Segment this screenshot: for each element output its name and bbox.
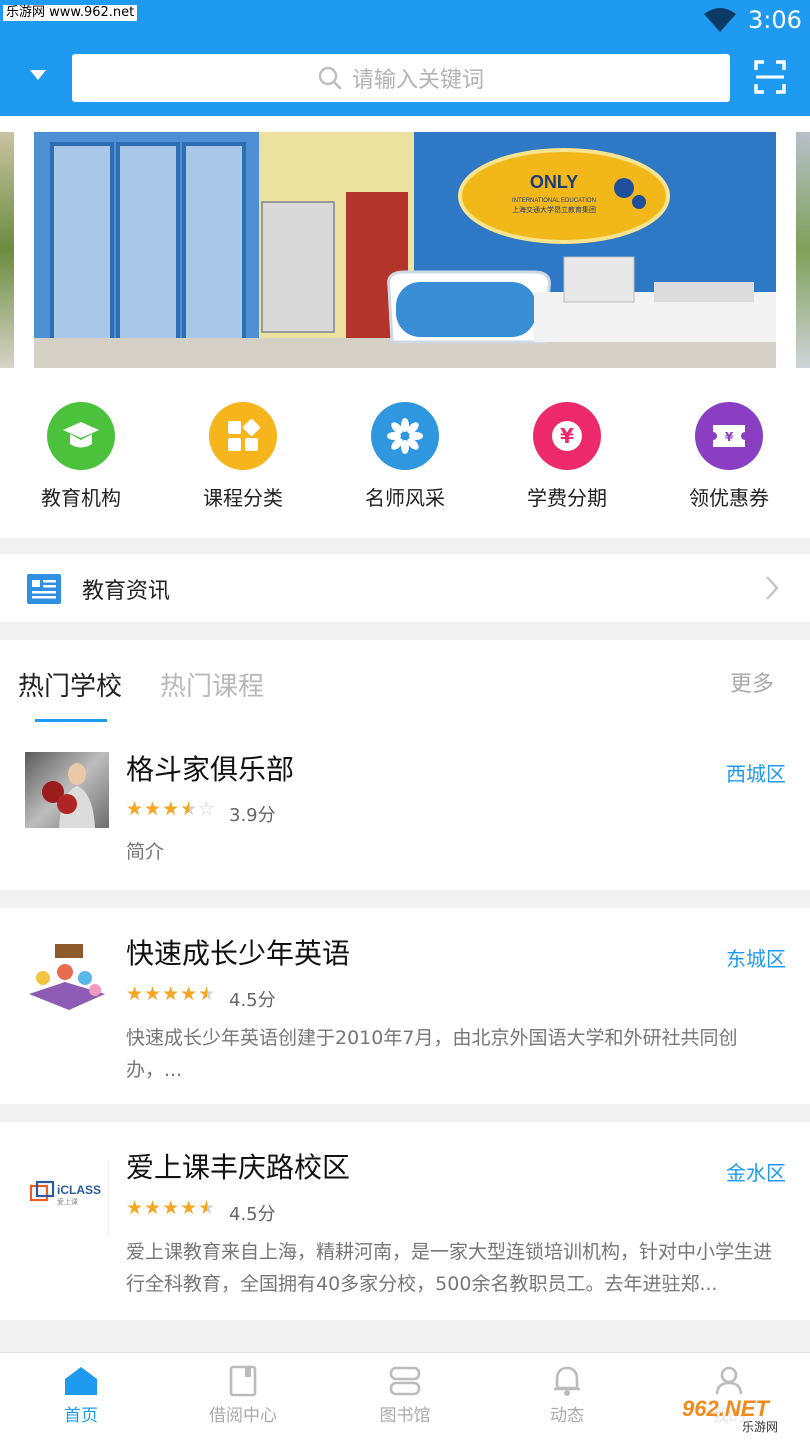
- more-link[interactable]: 更多: [730, 666, 774, 698]
- school-district: 金水区: [726, 1161, 786, 1185]
- site-watermark-logo: 962.NET 乐游网: [676, 1394, 806, 1434]
- status-time: 3:06: [748, 6, 802, 34]
- school-card[interactable]: 格斗家俱乐部 西城区 ★★★★☆ 3.9分 简介: [0, 722, 810, 890]
- banner-image[interactable]: ONLY INTERNATIONAL EDUCATION 上海交通大学昂立教育集…: [34, 132, 776, 368]
- rating-stars: ★★★★★: [126, 1197, 217, 1219]
- tab-hot-courses[interactable]: 热门课程: [160, 666, 264, 703]
- graduation-cap-icon: [47, 402, 115, 470]
- nav-borrow-center[interactable]: 借阅中心: [183, 1365, 303, 1426]
- bell-icon: [554, 1366, 580, 1396]
- nav-label: 动态: [550, 1406, 584, 1426]
- flower-icon: [371, 402, 439, 470]
- school-district: 西城区: [726, 762, 786, 786]
- banner-sign-line2: 上海交通大学昂立教育集团: [512, 205, 596, 214]
- chevron-right-icon: [766, 576, 779, 600]
- yen-icon: ¥: [533, 402, 601, 470]
- watermark-text: 乐游网 www.962.net: [3, 5, 138, 21]
- quick-entry-label: 名师风采: [365, 486, 445, 510]
- banner-next-peek: [796, 132, 810, 368]
- school-card[interactable]: 快速成长少年英语 东城区 ★★★★★ 4.5分 快速成长少年英语创建于2010年…: [0, 908, 810, 1104]
- category-grid-icon: [209, 402, 277, 470]
- rating-score: 3.9分: [229, 805, 276, 826]
- rating-stars: ★★★★★: [126, 983, 217, 1005]
- quick-entry-grid: 教育机构 课程分类 名师风采 ¥ 学费分期 ¥ 领优惠券: [0, 376, 810, 538]
- wifi-icon: [704, 8, 736, 32]
- rating-score: 4.5分: [229, 1204, 276, 1225]
- quick-entry-education-org[interactable]: 教育机构: [21, 402, 141, 511]
- svg-text:¥: ¥: [560, 424, 574, 448]
- tab-hot-schools[interactable]: 热门学校: [18, 666, 122, 703]
- svg-text:¥: ¥: [725, 430, 734, 444]
- search-icon: [318, 66, 342, 90]
- nav-label: 借阅中心: [209, 1406, 277, 1426]
- quick-entry-label: 领优惠券: [689, 486, 769, 510]
- book-icon: [229, 1365, 257, 1397]
- school-district: 东城区: [726, 947, 786, 971]
- quick-entry-teachers[interactable]: 名师风采: [345, 402, 465, 511]
- banner-sign-line1: INTERNATIONAL EDUCATION: [512, 198, 596, 204]
- school-card[interactable]: iCLASS 爱上课 爱上课丰庆路校区 金水区 ★★★★★ 4.5分 爱上课教育…: [0, 1122, 810, 1320]
- banner-sign-brand: ONLY: [530, 172, 578, 192]
- nav-label: 图书馆: [379, 1406, 431, 1426]
- banner-photo: ONLY INTERNATIONAL EDUCATION 上海交通大学昂立教育集…: [34, 132, 776, 368]
- education-news-row[interactable]: 教育资讯: [0, 554, 810, 622]
- school-thumbnail: [25, 938, 109, 1014]
- watermark-logo-subtext: 乐游网: [742, 1420, 778, 1434]
- school-intro: 简介: [126, 841, 165, 863]
- school-intro: 快速成长少年英语创建于2010年7月，由北京外国语大学和外研社共同创办，...: [126, 1027, 738, 1081]
- iclass-logo-text: iCLASS: [57, 1183, 101, 1197]
- nav-activity[interactable]: 动态: [507, 1365, 627, 1426]
- quick-entry-course-category[interactable]: 课程分类: [183, 402, 303, 511]
- nav-home[interactable]: 首页: [21, 1365, 141, 1426]
- education-news-label: 教育资讯: [82, 579, 171, 604]
- news-document-icon: [27, 574, 61, 604]
- school-name: 爱上课丰庆路校区: [126, 1151, 351, 1184]
- school-thumbnail: iCLASS 爱上课: [25, 1160, 109, 1236]
- nav-library[interactable]: 图书馆: [345, 1365, 465, 1426]
- school-name: 快速成长少年英语: [126, 937, 351, 970]
- banner-prev-peek: [0, 132, 14, 368]
- school-name: 格斗家俱乐部: [126, 753, 295, 786]
- quick-entry-label: 教育机构: [41, 486, 121, 510]
- banner-carousel[interactable]: ONLY INTERNATIONAL EDUCATION 上海交通大学昂立教育集…: [0, 116, 810, 376]
- status-bar: 乐游网 www.962.net 3:06: [0, 0, 810, 40]
- search-placeholder: 请输入关键词: [351, 68, 484, 93]
- quick-entry-label: 课程分类: [203, 486, 283, 510]
- school-intro: 爱上课教育来自上海，精耕河南，是一家大型连锁培训机构，针对中小学生进行全科教育，…: [126, 1241, 773, 1295]
- rating-score: 4.5分: [229, 990, 276, 1011]
- scan-icon[interactable]: [754, 60, 786, 94]
- iclass-logo-subtext: 爱上课: [57, 1197, 78, 1206]
- search-input[interactable]: 请输入关键词: [72, 54, 730, 102]
- watermark-logo-text: 962.NET: [682, 1396, 770, 1421]
- coupon-icon: ¥: [695, 402, 763, 470]
- rating-stars: ★★★★☆: [126, 798, 217, 820]
- quick-entry-coupons[interactable]: ¥ 领优惠券: [669, 402, 789, 511]
- quick-entry-label: 学费分期: [527, 486, 607, 510]
- app-header: 请输入关键词: [0, 40, 810, 116]
- quick-entry-tuition-installment[interactable]: ¥ 学费分期: [507, 402, 627, 511]
- dropdown-arrow-icon[interactable]: [30, 70, 46, 80]
- school-thumbnail: [25, 752, 109, 828]
- library-icon: [389, 1366, 421, 1396]
- nav-label: 首页: [64, 1406, 98, 1426]
- home-icon: [65, 1367, 97, 1395]
